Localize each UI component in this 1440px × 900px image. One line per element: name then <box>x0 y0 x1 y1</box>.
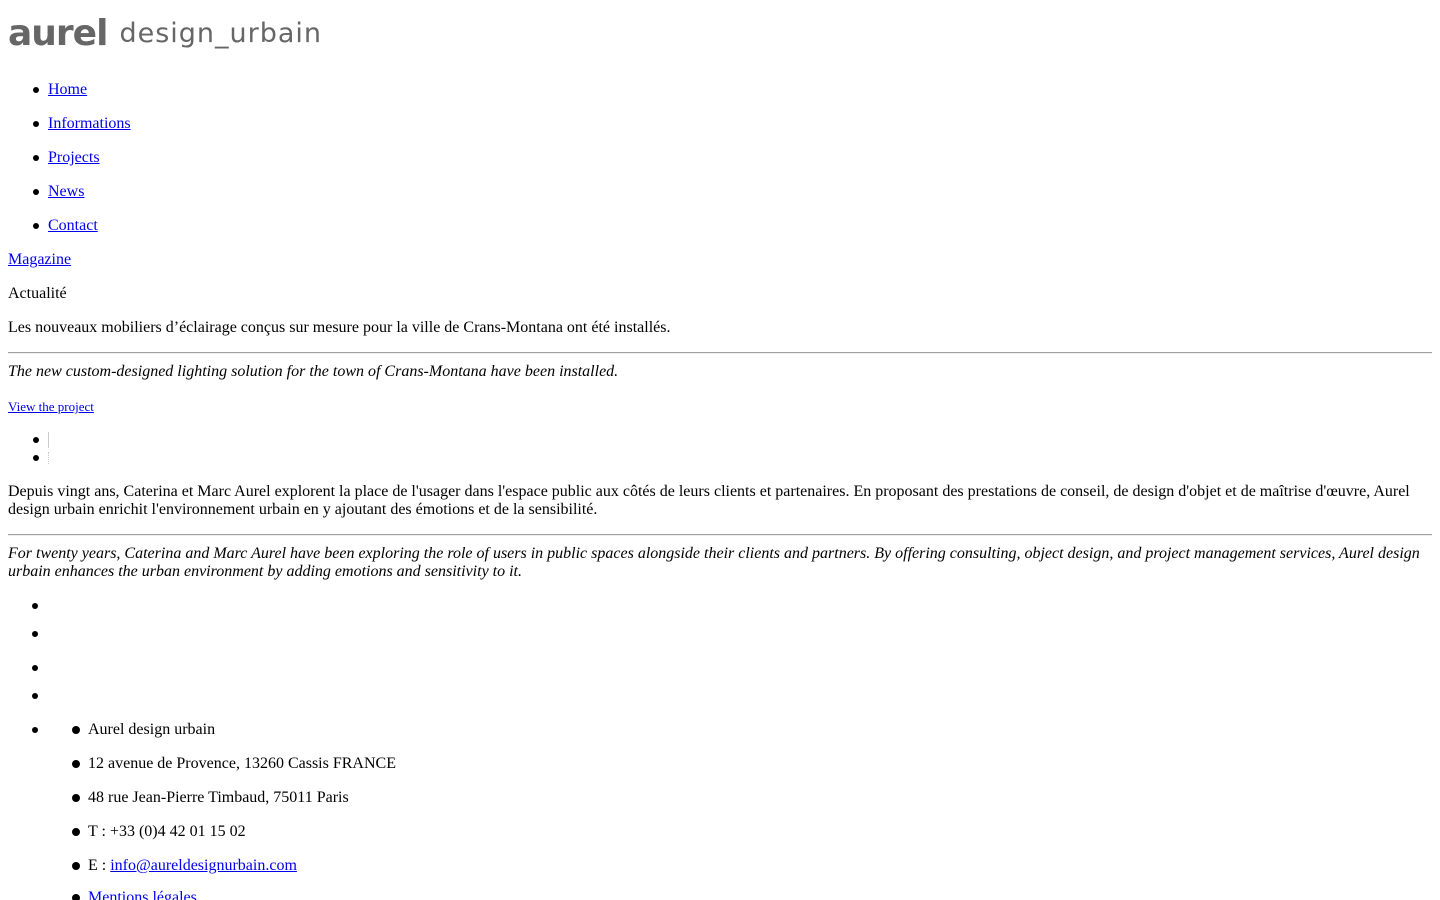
footer-email-link[interactable]: info@aureldesignurbain.com <box>110 857 297 874</box>
footer-email-item: E : info@aureldesignurbain.com <box>72 857 297 875</box>
footer-company: Aurel design urbain <box>71 721 216 738</box>
news-text-en: The new custom-designed lighting solutio… <box>8 363 619 380</box>
list-bullet <box>32 603 38 609</box>
view-project-link[interactable]: View the project <box>8 398 94 416</box>
logo-mark: aurel <box>8 13 108 54</box>
footer-legal-item: Mentions légales <box>72 889 197 900</box>
slider-bullet <box>33 437 39 443</box>
list-bullet <box>32 727 38 733</box>
about-text-fr: Depuis vingt ans, Caterina et Marc Aurel… <box>8 483 1410 518</box>
about-text-en: For twenty years, Caterina and Marc Aure… <box>8 545 1420 580</box>
nav-link-news[interactable]: News <box>48 183 84 200</box>
nav-link-informations[interactable]: Informations <box>48 115 131 132</box>
divider <box>8 534 1432 536</box>
footer-address-cassis: 12 avenue de Provence, 13260 Cassis FRAN… <box>72 755 396 772</box>
magazine-link[interactable]: Magazine <box>8 251 71 269</box>
footer-email-prefix: E : <box>88 857 111 874</box>
nav-item-contact: Contact <box>33 217 98 235</box>
slider-bullet <box>33 455 39 461</box>
site-logo[interactable]: aurel design_urbain <box>8 14 322 54</box>
news-text-fr: Les nouveaux mobiliers d’éclairage conçu… <box>8 319 671 336</box>
footer-phone: T : +33 (0)4 42 01 15 02 <box>72 823 246 840</box>
slide-image <box>48 432 49 448</box>
slide-image <box>48 452 49 464</box>
nav-item-informations: Informations <box>33 115 131 133</box>
legal-notice-link[interactable]: Mentions légales <box>88 889 197 900</box>
nav-item-news: News <box>32 183 84 201</box>
list-bullet <box>32 631 38 637</box>
logo-text: design_urbain <box>119 18 323 49</box>
nav-item-home: Home <box>32 81 87 99</box>
nav-link-home[interactable]: Home <box>48 81 87 98</box>
list-bullet <box>32 693 38 699</box>
news-category: Actualité <box>8 285 67 302</box>
nav-item-projects: Projects <box>33 149 100 167</box>
divider <box>8 352 1432 354</box>
footer-address-paris: 48 rue Jean-Pierre Timbaud, 75011 Paris <box>72 789 349 806</box>
list-bullet <box>32 665 38 671</box>
nav-link-contact[interactable]: Contact <box>48 217 98 234</box>
nav-link-projects[interactable]: Projects <box>48 149 100 166</box>
